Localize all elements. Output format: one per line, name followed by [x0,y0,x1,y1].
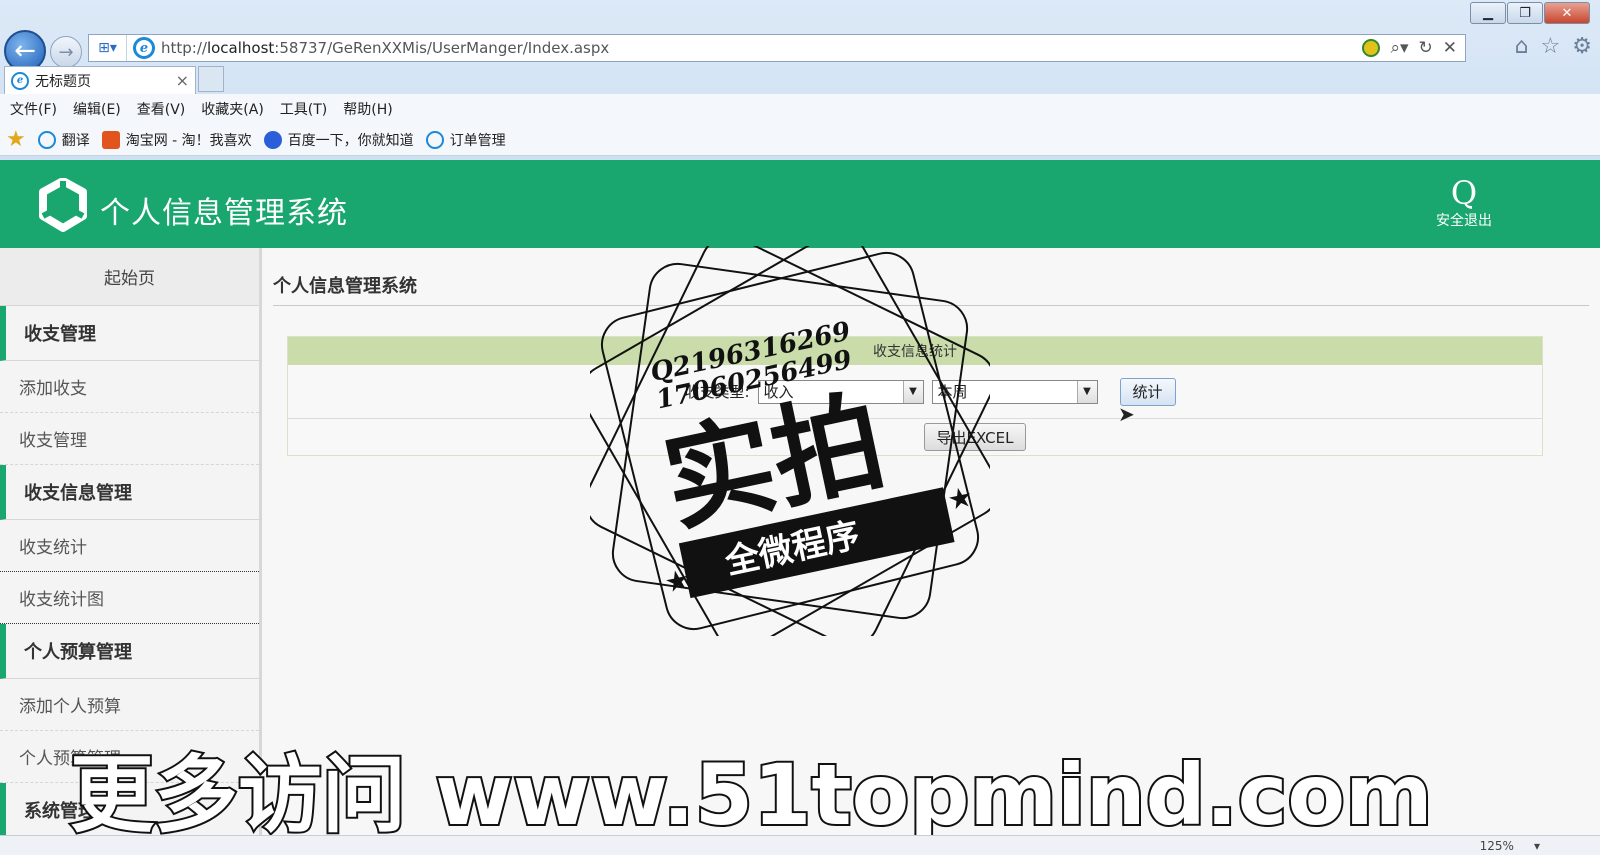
logout-icon: Q [1450,174,1478,212]
status-bar: 125% ▾ [0,835,1600,855]
compat-icon[interactable] [1362,39,1381,57]
logout-button[interactable]: Q 安全退出 [1436,176,1492,230]
fav-taobao[interactable]: 淘宝网 - 淘！我喜欢 [101,130,252,150]
ie-page-icon: e [133,37,155,59]
minimize-button[interactable]: ▁ [1470,2,1506,24]
sidebar-group-budget[interactable]: 个人预算管理 [0,624,259,679]
fav-baidu[interactable]: 百度一下，你就知道 [263,130,414,150]
svg-text:★: ★ [944,480,975,517]
menu-tools[interactable]: 工具(T) [280,99,327,119]
fav-translate[interactable]: 翻译 [37,130,90,150]
tab-title: 无标题页 [35,73,91,90]
sidebar-item-add-budget[interactable]: 添加个人预算 [0,679,259,731]
taobao-icon [101,130,120,149]
sidebar-group-finance[interactable]: 收支管理 [0,306,259,361]
sidebar-item-finance-stats[interactable]: 收支统计 [0,520,259,572]
menu-edit[interactable]: 编辑(E) [73,99,121,119]
restore-button[interactable]: ❐ [1507,2,1543,24]
sidebar-item-add-finance[interactable]: 添加收支 [0,361,259,413]
baidu-paw-icon [263,130,282,149]
logo-icon [39,178,87,232]
ie-icon [425,130,444,149]
fav-orders[interactable]: 订单管理 [425,130,506,150]
chevron-down-icon[interactable]: ▾ [1534,839,1540,853]
fav-label: 翻译 [61,132,90,149]
bottom-watermark-text: 更多访问 www.51topmind.com [70,746,1433,842]
sidebar-item-finance-chart[interactable]: 收支统计图 [0,572,259,624]
tab-ie-icon: e [11,71,29,90]
browser-toolbar-icons: ⌂ ☆ ⚙ [1515,34,1592,59]
url-text[interactable]: http://localhost:58737/GeRenXXMis/UserMa… [161,39,1362,57]
home-icon[interactable]: ⌂ [1515,34,1529,59]
sidebar-home[interactable]: 起始页 [0,248,259,306]
menu-bar: 文件(F) 编辑(E) 查看(V) 收藏夹(A) 工具(T) 帮助(H) [0,94,1600,124]
gear-icon[interactable]: ⚙ [1572,34,1592,59]
browser-tab[interactable]: e 无标题页 × [4,66,196,94]
refresh-icon[interactable]: ↻ [1419,38,1433,58]
favorites-star-icon[interactable]: ☆ [1541,34,1561,59]
sidebar-group-finance-info[interactable]: 收支信息管理 [0,465,259,520]
app-title: 个人信息管理系统 [100,196,348,231]
zoom-level[interactable]: 125% [1480,839,1514,853]
menu-favorites[interactable]: 收藏夹(A) [201,99,264,119]
address-bar[interactable]: ⊞▾ e http://localhost:58737/GeRenXXMis/U… [88,34,1466,62]
stamp-watermark: Q2196316269 17060256499 实拍 全微程序 ★ ★ [590,246,990,636]
chevron-down-icon: ▼ [1076,380,1097,403]
compat-view-icon[interactable]: ⊞▾ [89,35,127,61]
address-actions: ⌕▾ ↻ ✕ [1362,38,1465,58]
menu-view[interactable]: 查看(V) [137,99,186,119]
menu-file[interactable]: 文件(F) [10,99,57,119]
favorites-add-icon[interactable]: ★ [6,127,26,152]
mouse-cursor-icon: ➤ [1118,402,1135,426]
new-tab-button[interactable] [198,66,224,92]
favorites-bar: ★ 翻译 淘宝网 - 淘！我喜欢 百度一下，你就知道 订单管理 [0,124,1600,156]
fav-label: 订单管理 [449,132,506,149]
app-header: 个人信息管理系统 Q 安全退出 [0,160,1600,248]
fav-label: 淘宝网 - 淘！我喜欢 [125,132,252,149]
search-icon[interactable]: ⌕▾ [1390,38,1408,58]
ie-icon [37,130,56,149]
window-controls: ▁ ❐ ✕ [1470,2,1590,24]
bottom-watermark: 更多访问 www.51topmind.com [68,744,1435,842]
forward-button[interactable]: → [50,36,82,68]
browser-chrome: ▁ ❐ ✕ ← → ⊞▾ e http://localhost:58737/Ge… [0,0,1600,160]
stop-icon[interactable]: ✕ [1443,38,1457,58]
close-window-button[interactable]: ✕ [1544,2,1590,24]
tab-close-icon[interactable]: × [176,71,189,90]
sidebar-item-finance-manage[interactable]: 收支管理 [0,413,259,465]
logout-label: 安全退出 [1436,213,1492,229]
page-title: 个人信息管理系统 [273,276,417,297]
fav-label: 百度一下，你就知道 [287,132,414,149]
menu-help[interactable]: 帮助(H) [343,99,392,119]
